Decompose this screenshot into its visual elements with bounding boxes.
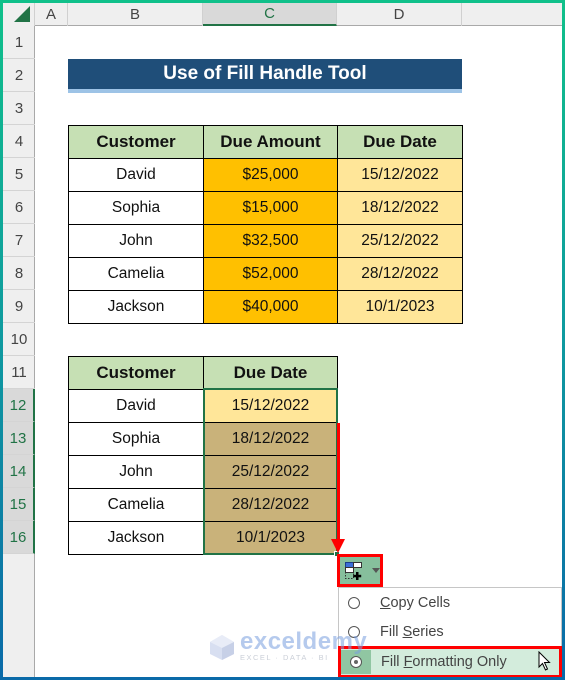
watermark-name: exceldemy xyxy=(240,628,368,655)
spreadsheet: A B C D 1 2 3 4 5 6 7 8 9 10 11 12 13 14 15 16 Use of F… xyxy=(3,3,562,677)
table2-customer-cell[interactable]: Sophia xyxy=(68,422,204,456)
annotation-arrow-line xyxy=(337,423,340,541)
table1-customer-cell[interactable]: John xyxy=(68,224,204,258)
table1-customer-cell[interactable]: Camelia xyxy=(68,257,204,291)
row-header-8[interactable]: 8 xyxy=(3,257,35,290)
annotation-arrow-head xyxy=(331,539,345,553)
row-header-7[interactable]: 7 xyxy=(3,224,35,257)
table1-customer-cell[interactable]: David xyxy=(68,158,204,192)
select-all-button[interactable] xyxy=(3,3,35,26)
column-header-c[interactable]: C xyxy=(203,3,337,26)
table2-date-cell[interactable]: 25/12/2022 xyxy=(203,455,338,489)
table2-date-cell[interactable]: 28/12/2022 xyxy=(203,488,338,522)
column-header-a[interactable]: A xyxy=(35,3,68,26)
row-header-15[interactable]: 15 xyxy=(3,488,35,521)
table1-amount-cell[interactable]: $25,000 xyxy=(203,158,338,192)
row-header-6[interactable]: 6 xyxy=(3,191,35,224)
row-header-2[interactable]: 2 xyxy=(3,59,35,92)
table1-header-1[interactable]: Due Amount xyxy=(203,125,338,159)
table2-customer-cell[interactable]: John xyxy=(68,455,204,489)
row-header-14[interactable]: 14 xyxy=(3,455,35,488)
table2-customer-cell[interactable]: Camelia xyxy=(68,488,204,522)
table2-date-cell[interactable]: 15/12/2022 xyxy=(203,389,338,423)
table2-customer-cell[interactable]: Jackson xyxy=(68,521,204,555)
menu-item-label: Fill Series xyxy=(380,624,444,640)
row-header-16[interactable]: 16 xyxy=(3,521,35,554)
table1-date-cell[interactable]: 18/12/2022 xyxy=(337,191,463,225)
table1-amount-cell[interactable]: $40,000 xyxy=(203,290,338,324)
sheet-title: Use of Fill Handle Tool xyxy=(68,59,462,93)
table2-header-1[interactable]: Due Date xyxy=(203,356,338,390)
table1-amount-cell[interactable]: $52,000 xyxy=(203,257,338,291)
row-header-5[interactable]: 5 xyxy=(3,158,35,191)
row-header-4[interactable]: 4 xyxy=(3,125,35,158)
radio-unselected-icon xyxy=(348,597,360,609)
table2-date-cell[interactable]: 10/1/2023 xyxy=(203,521,338,555)
menu-item-copy-cells[interactable]: Copy Cells xyxy=(339,589,561,617)
table1-customer-cell[interactable]: Jackson xyxy=(68,290,204,324)
table2-date-cell[interactable]: 18/12/2022 xyxy=(203,422,338,456)
row-header-13[interactable]: 13 xyxy=(3,422,35,455)
table2-header-0[interactable]: Customer xyxy=(68,356,204,390)
auto-fill-options-menu: Copy Cells Fill Series Fill Formatting O… xyxy=(338,587,562,677)
row-header-12[interactable]: 12 xyxy=(3,389,35,422)
table1-amount-cell[interactable]: $15,000 xyxy=(203,191,338,225)
table1-amount-cell[interactable]: $32,500 xyxy=(203,224,338,258)
table1-date-cell[interactable]: 25/12/2022 xyxy=(337,224,463,258)
table1-customer-cell[interactable]: Sophia xyxy=(68,191,204,225)
row-header-3[interactable]: 3 xyxy=(3,92,35,125)
table1-date-cell[interactable]: 28/12/2022 xyxy=(337,257,463,291)
watermark: exceldemy EXCEL · DATA · BI xyxy=(208,628,368,662)
exceldemy-logo-icon xyxy=(210,634,234,660)
table2-customer-cell[interactable]: David xyxy=(68,389,204,423)
menu-item-fill-formatting-only[interactable]: Fill Formatting Only xyxy=(338,646,562,677)
row-header-9[interactable]: 9 xyxy=(3,290,35,323)
select-all-icon xyxy=(14,6,30,22)
row-header-11[interactable]: 11 xyxy=(3,356,35,389)
menu-item-label: Copy Cells xyxy=(380,595,451,611)
table1-header-0[interactable]: Customer xyxy=(68,125,204,159)
row-header-10[interactable]: 10 xyxy=(3,323,35,356)
chevron-down-icon xyxy=(372,568,380,573)
auto-fill-options-button[interactable] xyxy=(337,554,383,587)
column-header-b[interactable]: B xyxy=(68,3,203,26)
column-header-d[interactable]: D xyxy=(337,3,462,26)
auto-fill-options-icon xyxy=(345,561,363,580)
table1-date-cell[interactable]: 10/1/2023 xyxy=(337,290,463,324)
menu-item-fill-series[interactable]: Fill Series xyxy=(339,618,561,646)
table1-date-cell[interactable]: 15/12/2022 xyxy=(337,158,463,192)
row-header-1[interactable]: 1 xyxy=(3,26,35,59)
table1-header-2[interactable]: Due Date xyxy=(337,125,463,159)
mouse-cursor-icon xyxy=(538,651,551,671)
menu-item-label: Fill Formatting Only xyxy=(381,654,507,670)
